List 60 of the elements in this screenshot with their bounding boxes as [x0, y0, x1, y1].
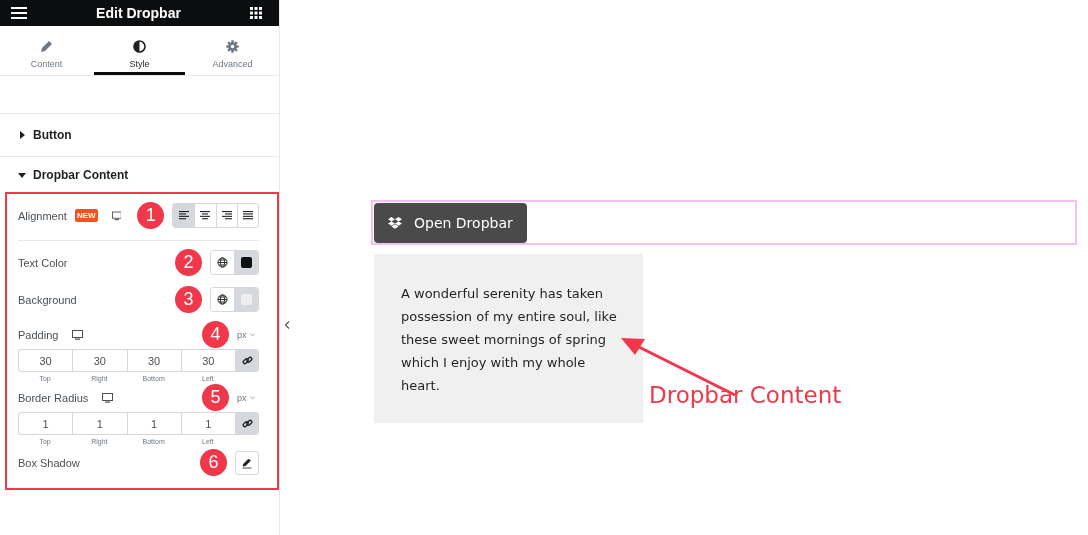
panel-tab[interactable]: Advanced [187, 30, 278, 75]
dimension-input[interactable]: 30 [72, 349, 127, 372]
panel-title: Edit Dropbar [96, 5, 181, 21]
desktop-icon[interactable] [111, 210, 122, 221]
align-button[interactable] [173, 204, 195, 227]
open-dropbar-button[interactable]: Open Dropbar [374, 202, 527, 243]
step-marker: 5 [202, 384, 229, 411]
step-marker: 6 [200, 449, 227, 476]
dimension-input[interactable]: 30 [18, 349, 73, 372]
dimension-input[interactable]: 1 [180, 412, 235, 435]
pencil-icon [241, 456, 253, 469]
dimension-input[interactable]: 1 [126, 412, 181, 435]
panel-tab[interactable]: Content [1, 30, 92, 75]
chevron-down-icon [249, 395, 255, 400]
step-marker: 4 [202, 321, 229, 348]
caret-icon [18, 170, 26, 179]
unit-selector[interactable]: px [237, 329, 259, 340]
desktop-icon[interactable] [72, 329, 84, 340]
unit-selector[interactable]: px [237, 392, 259, 403]
annotation-label: Dropbar Content [649, 382, 842, 408]
align-button[interactable] [236, 204, 258, 227]
link-toggle[interactable] [235, 349, 259, 372]
dimension-input[interactable]: 1 [18, 412, 73, 435]
pencil-icon [40, 40, 53, 53]
control-label: Text Color [18, 256, 68, 269]
dropbox-icon [388, 216, 402, 229]
align-icon [200, 211, 211, 220]
align-icon [221, 211, 232, 220]
dimension-input[interactable]: 30 [180, 349, 235, 372]
caret-icon [18, 131, 26, 139]
align-icon [178, 211, 189, 220]
link-icon [241, 355, 253, 366]
edit-button[interactable] [235, 450, 259, 475]
panel-tab[interactable]: Style [94, 30, 185, 75]
control-label: Background [18, 293, 77, 306]
globe-icon [217, 257, 228, 268]
dimension-input[interactable]: 30 [126, 349, 181, 372]
gear-icon [226, 40, 239, 53]
globe-icon [217, 294, 228, 305]
link-toggle[interactable] [235, 412, 259, 435]
align-icon [242, 211, 253, 220]
color-picker[interactable] [210, 287, 259, 312]
apps-grid-icon[interactable] [250, 7, 262, 19]
control-label: Border Radius [18, 391, 89, 404]
link-icon [241, 418, 253, 429]
desktop-icon[interactable] [102, 392, 114, 403]
chevron-down-icon [249, 332, 255, 337]
step-marker: 2 [175, 249, 202, 276]
contrast-icon [133, 40, 146, 53]
control-label: Alignment [18, 209, 67, 222]
chevron-left-icon [284, 321, 290, 329]
step-marker: 1 [137, 202, 165, 229]
control-label: Padding [18, 328, 59, 341]
new-badge: NEW [74, 209, 98, 222]
color-picker[interactable] [210, 250, 259, 275]
control-label: Box Shadow [18, 456, 80, 469]
step-marker: 3 [175, 286, 202, 313]
menu-icon[interactable] [11, 7, 27, 19]
dropbar-text: A wonderful serenity has taken possession of my entire soul, like these sweet mornings of spring which I enjoy with my whole heart. [401, 285, 618, 395]
dimension-input[interactable]: 1 [72, 412, 127, 435]
